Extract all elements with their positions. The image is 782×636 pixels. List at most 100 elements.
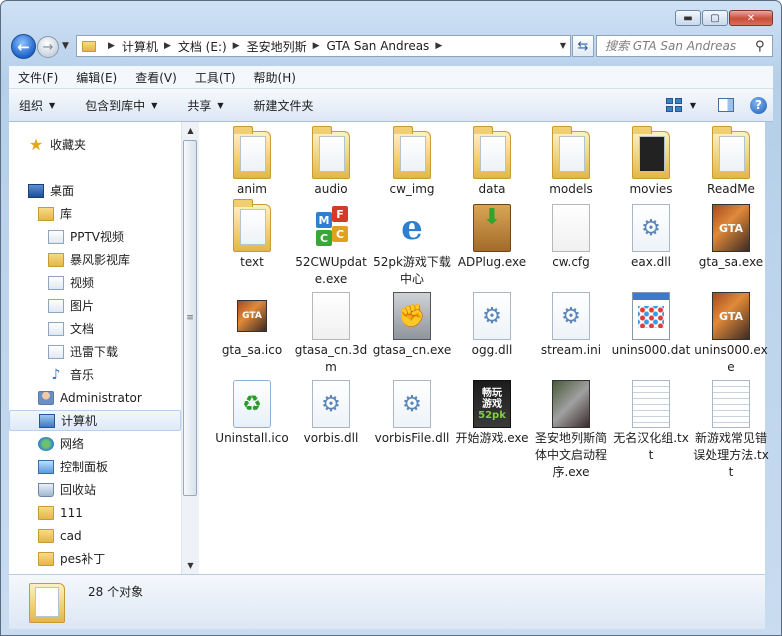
nav-administrator[interactable]: Administrator xyxy=(9,387,181,408)
details-pane: 28 个对象 xyxy=(9,574,765,629)
minimize-button[interactable]: ▬ xyxy=(675,10,701,26)
folder-icon xyxy=(552,126,590,179)
nav-pictures[interactable]: 图片 xyxy=(9,295,181,316)
file-item[interactable]: ⬇ ADPlug.exe xyxy=(452,198,532,278)
nav-folder-pes[interactable]: pes补丁 xyxy=(9,548,181,569)
file-item[interactable]: audio xyxy=(291,125,371,205)
file-item[interactable]: unins000.dat xyxy=(611,286,691,366)
file-item[interactable]: cw.cfg xyxy=(531,198,611,278)
nav-recycle-bin[interactable]: 回收站 xyxy=(9,479,181,500)
menu-file[interactable]: 文件(F) xyxy=(9,69,67,86)
dat-file-icon xyxy=(632,292,670,340)
nav-pptv[interactable]: PPTV视频 xyxy=(9,226,181,247)
nav-computer[interactable]: 计算机 xyxy=(9,410,181,431)
nav-baofeng[interactable]: 暴风影视库 xyxy=(9,249,181,270)
uninstall-recycle-icon: ♻ xyxy=(233,380,271,428)
search-icon[interactable]: ⚲ xyxy=(755,39,765,54)
file-item[interactable]: ⚙ vorbisFile.dll xyxy=(372,374,452,454)
file-item[interactable]: ⚙ vorbis.dll xyxy=(291,374,371,454)
file-item[interactable]: e 52pk游戏下载中心 xyxy=(372,198,452,286)
new-folder-button[interactable]: 新建文件夹 xyxy=(245,97,323,114)
chevron-right-icon[interactable]: ▶ xyxy=(108,41,115,51)
nav-desktop[interactable]: 桌面 xyxy=(9,180,181,201)
folder-icon xyxy=(393,126,431,179)
search-box[interactable]: ⚲ xyxy=(596,35,773,57)
file-item[interactable]: GTA gta_sa.exe xyxy=(691,198,771,278)
scroll-up-icon[interactable]: ▲ xyxy=(182,122,199,139)
file-item[interactable]: ✊ gtasa_cn.exe xyxy=(372,286,452,366)
chevron-right-icon[interactable]: ▶ xyxy=(164,41,171,51)
include-in-library-button[interactable]: 包含到库中 ▼ xyxy=(76,97,166,114)
share-button[interactable]: 共享 ▼ xyxy=(178,97,232,114)
maximize-button[interactable]: ▢ xyxy=(702,10,728,26)
nav-music[interactable]: ♪ 音乐 xyxy=(9,364,181,385)
file-item[interactable]: movies xyxy=(611,125,691,205)
navigation-scrollbar[interactable]: ▲ ≡ ▼ xyxy=(181,122,199,574)
file-item[interactable]: data xyxy=(452,125,532,205)
file-item[interactable]: GTA gta_sa.ico xyxy=(212,286,292,366)
breadcrumb-computer[interactable]: 计算机 xyxy=(122,38,158,55)
nav-libraries[interactable]: 库 xyxy=(9,203,181,224)
mfc-app-icon: M F C C xyxy=(312,204,350,252)
file-item[interactable]: 无名汉化组.txt xyxy=(611,374,691,462)
help-icon[interactable]: ? xyxy=(750,96,767,114)
breadcrumb-gta-san-andreas[interactable]: GTA San Andreas xyxy=(327,39,430,53)
address-bar[interactable]: ▶ 计算机 ▶ 文档 (E:) ▶ 圣安地列斯 ▶ GTA San Andrea… xyxy=(76,35,571,57)
menu-edit[interactable]: 编辑(E) xyxy=(67,69,126,86)
search-input[interactable] xyxy=(597,38,755,54)
refresh-button[interactable]: ⇆ xyxy=(572,35,594,57)
file-item[interactable]: ♻ Uninstall.ico xyxy=(212,374,292,454)
video-library-icon xyxy=(48,275,64,290)
nav-control-panel[interactable]: 控制面板 xyxy=(9,456,181,477)
change-view-icon[interactable] xyxy=(665,98,682,112)
organize-button[interactable]: 组织 ▼ xyxy=(9,97,64,114)
file-item[interactable]: ⚙ eax.dll xyxy=(611,198,691,278)
blank-document-icon xyxy=(552,204,590,252)
file-item[interactable]: ReadMe xyxy=(691,125,771,205)
scroll-down-icon[interactable]: ▼ xyxy=(182,557,199,574)
chevron-down-icon: ▼ xyxy=(49,100,56,110)
nav-folder-111[interactable]: 111 xyxy=(9,502,181,523)
file-item[interactable]: models xyxy=(531,125,611,205)
address-history-dropdown[interactable]: ▼ xyxy=(560,41,566,50)
view-options-dropdown[interactable]: ▼ xyxy=(690,101,696,110)
menu-view[interactable]: 查看(V) xyxy=(126,69,186,86)
chevron-right-icon[interactable]: ▶ xyxy=(435,41,442,51)
menu-tools[interactable]: 工具(T) xyxy=(186,69,245,86)
scrollbar-thumb[interactable]: ≡ xyxy=(183,140,197,496)
file-item[interactable]: 圣安地列斯简体中文启动程序.exe xyxy=(531,374,611,479)
nav-network[interactable]: 网络 xyxy=(9,433,181,454)
nav-favorites[interactable]: ★ 收藏夹 xyxy=(9,134,181,155)
file-item[interactable]: M F C C 52CWUpdate.exe xyxy=(291,198,371,286)
game-launcher-icon: 畅玩 游戏 52pk xyxy=(473,380,511,428)
chevron-right-icon[interactable]: ▶ xyxy=(313,41,320,51)
nav-xunlei[interactable]: 迅雷下载 xyxy=(9,341,181,362)
file-item[interactable]: ⚙ stream.ini xyxy=(531,286,611,366)
file-item[interactable]: GTA unins000.exe xyxy=(691,286,771,374)
menu-help[interactable]: 帮助(H) xyxy=(245,69,305,86)
file-item[interactable]: ⚙ ogg.dll xyxy=(452,286,532,366)
dll-gear-icon: ⚙ xyxy=(393,380,431,428)
nav-videos[interactable]: 视频 xyxy=(9,272,181,293)
breadcrumb-san-andreas-cn[interactable]: 圣安地列斯 xyxy=(247,38,307,55)
view-controls: ▼ ? xyxy=(665,89,773,121)
close-button[interactable]: ✕ xyxy=(729,10,773,26)
gta-character-icon: GTA xyxy=(237,300,267,332)
back-button[interactable]: ← xyxy=(11,34,36,59)
forward-button[interactable]: → xyxy=(37,36,59,58)
file-item[interactable]: text xyxy=(212,198,292,278)
file-item[interactable]: cw_img xyxy=(372,125,452,205)
nav-folder-cad[interactable]: cad xyxy=(9,525,181,546)
file-item[interactable]: gtasa_cn.3dm xyxy=(291,286,371,374)
nav-documents[interactable]: 文档 xyxy=(9,318,181,339)
file-item[interactable]: 畅玩 游戏 52pk 开始游戏.exe xyxy=(452,374,532,454)
breadcrumb-drive-e[interactable]: 文档 (E:) xyxy=(178,38,227,55)
fist-app-icon: ✊ xyxy=(393,292,431,340)
folder-icon xyxy=(712,126,750,179)
organize-label: 组织 xyxy=(19,98,44,113)
preview-pane-icon[interactable] xyxy=(718,98,734,112)
recent-pages-dropdown[interactable]: ▼ xyxy=(62,41,69,51)
file-item[interactable]: 新游戏常见错误处理方法.txt xyxy=(691,374,771,479)
chevron-right-icon[interactable]: ▶ xyxy=(233,41,240,51)
file-item[interactable]: anim xyxy=(212,125,292,205)
